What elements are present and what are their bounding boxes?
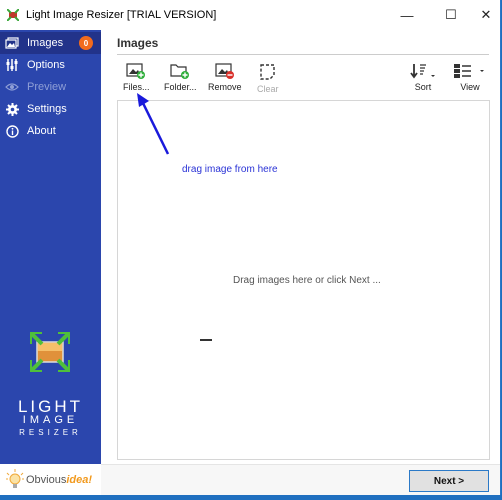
page-title: Images [117,36,159,50]
sort-icon [410,64,435,79]
sidebar-item-images[interactable]: Images 0 [0,32,101,54]
close-icon: ✕ [480,7,492,22]
sidebar-item-about[interactable]: About [0,120,101,142]
view-list-icon [454,64,484,78]
annotation-arrow-icon [137,93,170,155]
lightbulb-icon [6,469,24,488]
remove-button[interactable]: Remove [208,63,242,97]
brand-name: Obviousidea! [26,474,93,486]
logo-text-image: IMAGE [22,414,79,426]
next-button[interactable]: Next > [409,470,489,492]
sidebar-item-preview[interactable]: Preview [0,76,101,98]
add-image-icon [126,63,146,79]
cursor-mark [200,339,212,341]
desktop-taskbar-edge [0,495,502,500]
minimize-button[interactable]: — [384,0,430,30]
sidebar-item-options[interactable]: Options [0,54,101,76]
images-icon [5,36,19,50]
app-window: Light Image Resizer [TRIAL VERSION] — ☐ … [0,0,501,496]
add-folder-icon [170,64,190,79]
view-button[interactable]: View [453,63,487,97]
drop-hint: Drag images here or click Next ... [233,275,381,286]
sidebar-item-label: Images [27,37,64,49]
sidebar-item-label: Preview [27,81,67,93]
clear-icon [260,64,275,80]
sidebar-item-label: Options [27,59,65,71]
maximize-icon: ☐ [445,7,457,22]
remove-image-icon [215,63,234,79]
app-logo-icon [7,9,19,21]
sidebar-item-settings[interactable]: Settings [0,98,101,120]
minimize-icon: — [400,7,414,23]
sidebar-item-label: About [27,125,56,137]
brand-footer[interactable]: Obviousidea! [0,464,102,495]
eye-icon [5,80,19,94]
gear-icon [5,102,19,116]
images-count-badge: 0 [79,36,93,50]
add-files-button[interactable]: Files... [123,63,150,97]
add-folder-button[interactable]: Folder... [164,63,197,97]
logo-text-resizer: RESIZER [19,428,82,437]
sliders-icon [5,58,19,72]
title-bar: Light Image Resizer [TRIAL VERSION] — ☐ … [0,0,500,30]
window-title: Light Image Resizer [TRIAL VERSION] [26,9,217,21]
sidebar-item-label: Settings [27,103,67,115]
clear-button[interactable]: Clear [257,63,279,97]
info-icon [5,124,19,138]
divider [117,54,489,55]
annotation-text: drag image from here [182,164,278,175]
sort-button[interactable]: Sort [410,63,436,97]
app-logo-image [30,332,70,372]
close-button[interactable]: ✕ [472,0,500,30]
maximize-button[interactable]: ☐ [428,0,474,30]
